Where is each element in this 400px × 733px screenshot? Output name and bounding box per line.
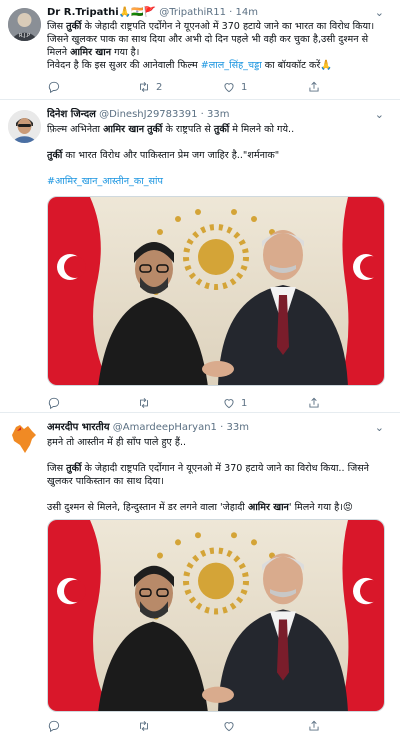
timestamp[interactable]: 14m (236, 7, 258, 18)
name-emoji: 🙏🇮🇳🚩 (118, 7, 157, 18)
retweet-button[interactable] (137, 719, 222, 733)
bold-text: आमिर खान (247, 502, 289, 513)
like-button[interactable]: 1 (222, 396, 307, 410)
bold-text: तुर्की (66, 463, 82, 474)
author-name[interactable]: अमरदीप भारतीय (47, 422, 110, 433)
bold-text: आमिर खान (103, 124, 145, 135)
like-count: 1 (241, 397, 248, 409)
tweet-text-line: जिस तुर्की के जेहादी राष्ट्रपति एर्दोगेन… (47, 21, 375, 32)
separator-dot: · (229, 7, 233, 18)
tweet-header: दिनेश जिन्दल @DineshJ29783391 · 33m (47, 108, 392, 122)
author-handle[interactable]: @TripathiR11 (159, 7, 226, 18)
retweet-icon (140, 721, 148, 731)
tweet-2[interactable]: दिनेश जिन्दल @DineshJ29783391 · 33m ⌄ फ़… (0, 100, 400, 413)
chevron-down-icon[interactable]: ⌄ (375, 6, 384, 19)
chevron-down-icon[interactable]: ⌄ (375, 108, 384, 121)
tweet-text: हमने तो आस्तीन में ही साँप पाले हुए हैं.… (47, 436, 392, 514)
bold-text: तुर्की (47, 150, 63, 161)
reply-button[interactable] (47, 719, 137, 733)
tweet-text-line (47, 488, 392, 501)
share-icon (309, 720, 319, 731)
hashtag-link[interactable]: #लाल_सिंह_चड्डा (201, 60, 262, 71)
tweet-text-line: फ़िल्म अभिनेता आमिर खान तुर्की के राष्ट्… (47, 124, 295, 135)
tweet-photo[interactable] (47, 519, 385, 712)
tweet-text-line: जिसने खुलकर पाक का साथ दिया और अभी दो दि… (47, 34, 369, 45)
reply-icon (48, 81, 60, 94)
tweet-1[interactable]: R.J.P Dr R.Tripathi🙏🇮🇳🚩 @TripathiR11 · 1… (0, 0, 400, 100)
bold-text: तुर्की (147, 124, 163, 135)
tweet-text-line: उसी दुश्मन से मिलने, हिन्दुस्तान में डर … (47, 502, 353, 513)
tweet-text-line: जिस तुर्की के जेहादी राष्ट्रपति एर्दोगान… (47, 463, 369, 474)
retweet-button[interactable]: 2 (137, 80, 222, 94)
tweet-actions: 2 1 (47, 80, 377, 94)
tweet-3[interactable]: अमरदीप भारतीय @AmardeepHaryan1 · 33m ⌄ ह… (0, 413, 400, 733)
tweet-actions (47, 719, 377, 733)
separator-dot: · (220, 422, 224, 433)
chevron-down-icon[interactable]: ⌄ (375, 421, 384, 434)
share-button[interactable] (307, 719, 321, 733)
tweet-header: Dr R.Tripathi🙏🇮🇳🚩 @TripathiR11 · 14m (47, 6, 392, 20)
tweet-text-line (47, 136, 392, 149)
avatar-image: R.J.P (8, 8, 41, 41)
separator-dot: · (200, 109, 204, 120)
share-icon (309, 397, 319, 408)
tweet-text-line: खुलकर पाकिस्तान का साथ दिया। (47, 476, 164, 487)
tweet-text-line: #आमिर_खान_आस्तीन_का_सांप (47, 175, 392, 188)
tweet-text-line: तुर्की का भारत विरोध और पाकिस्तान प्रेम … (47, 150, 280, 161)
heart-icon (224, 399, 234, 409)
retweet-icon (140, 82, 148, 92)
tweet-text: फ़िल्म अभिनेता आमिर खान तुर्की के राष्ट्… (47, 123, 392, 188)
bold-text: आमिर खान (70, 47, 112, 58)
tweet-text-line: मिलने आमिर खान गया है। (47, 47, 140, 58)
reply-button[interactable] (47, 396, 137, 410)
retweet-icon (140, 398, 148, 408)
avatar[interactable] (8, 110, 41, 143)
like-button[interactable]: 1 (222, 80, 307, 94)
heart-icon (224, 83, 234, 93)
share-button[interactable] (307, 80, 321, 94)
hashtag-link[interactable]: #आमिर_खान_आस्तीन_का_सांप (47, 176, 163, 187)
avatar-image (8, 423, 41, 456)
svg-text:R.J.P: R.J.P (19, 33, 30, 39)
tweet-text-line: हमने तो आस्तीन में ही साँप पाले हुए हैं.… (47, 437, 187, 448)
author-name[interactable]: दिनेश जिन्दल (47, 109, 96, 120)
emoji: 🙏 (320, 60, 333, 71)
heart-icon (224, 722, 234, 732)
tweet-text-line: निवेदन है कि इस सुअर की आनेवाली फिल्म #ल… (47, 60, 333, 71)
timestamp[interactable]: 33m (226, 422, 248, 433)
tweet-actions: 1 (47, 396, 377, 410)
avatar-image (8, 110, 41, 143)
photo-image (48, 520, 384, 711)
bold-text: तुर्की (213, 124, 230, 135)
like-count: 1 (241, 81, 248, 93)
tweet-text-line (47, 162, 392, 175)
tweet-text: जिस तुर्की के जेहादी राष्ट्रपति एर्दोगेन… (47, 20, 392, 72)
author-handle[interactable]: @DineshJ29783391 (99, 109, 197, 120)
like-button[interactable] (222, 719, 307, 733)
author-handle[interactable]: @AmardeepHaryan1 (113, 422, 217, 433)
photo-image (48, 197, 384, 385)
avatar[interactable] (8, 423, 41, 456)
share-button[interactable] (307, 396, 321, 410)
reply-icon (48, 720, 60, 733)
timestamp[interactable]: 33m (207, 109, 229, 120)
retweet-button[interactable] (137, 396, 222, 410)
reply-button[interactable] (47, 80, 137, 94)
reply-icon (48, 397, 60, 410)
tweet-text-line (47, 449, 392, 462)
share-icon (309, 81, 319, 92)
tweet-photo[interactable] (47, 196, 385, 386)
tweet-header: अमरदीप भारतीय @AmardeepHaryan1 · 33m (47, 421, 392, 435)
author-name[interactable]: Dr R.Tripathi (47, 7, 119, 18)
emoji: 😡 (342, 502, 353, 513)
bold-text: तुर्की (66, 21, 82, 32)
avatar[interactable]: R.J.P (8, 8, 41, 41)
retweet-count: 2 (156, 81, 163, 93)
